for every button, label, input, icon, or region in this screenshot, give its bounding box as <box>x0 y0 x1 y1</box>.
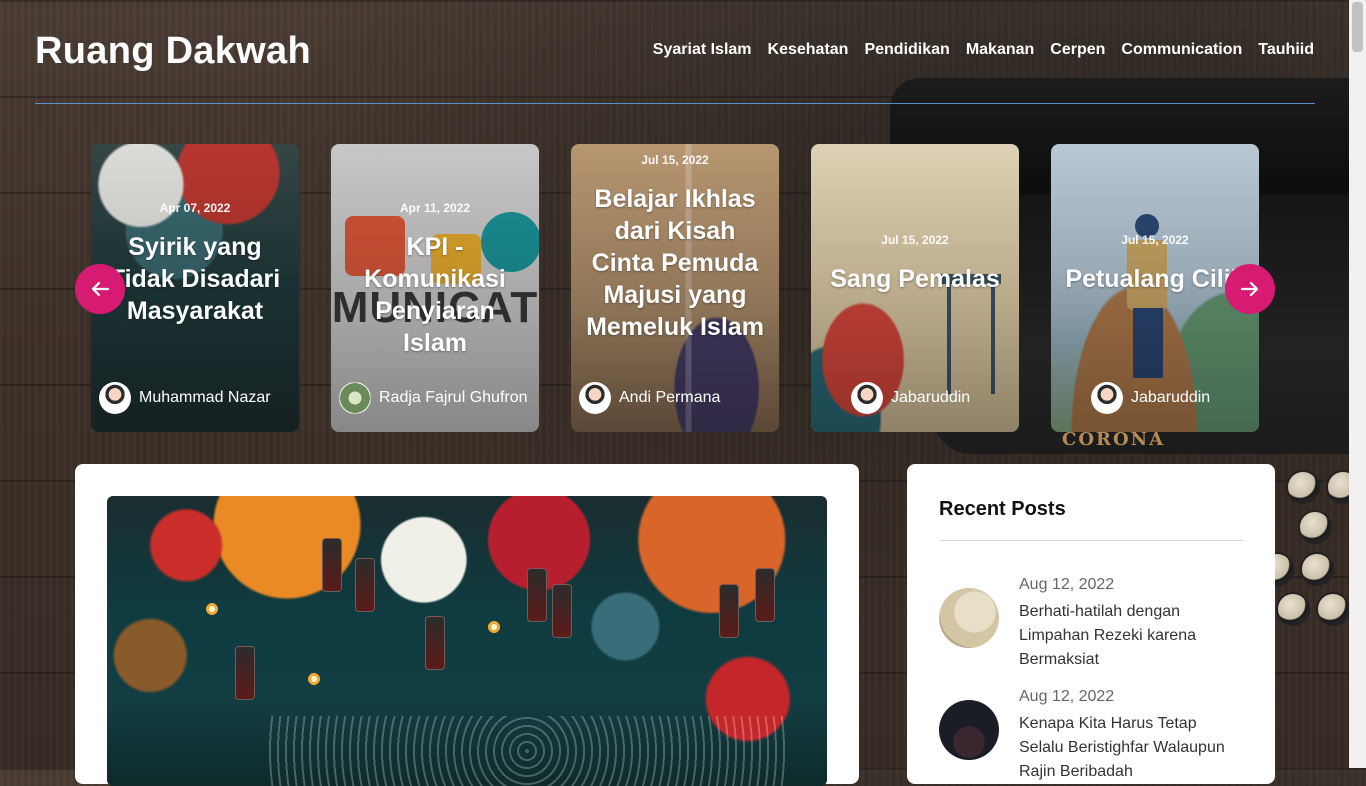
carousel-next-button[interactable] <box>1225 264 1275 314</box>
recent-posts-widget: Recent Posts Aug 12, 2022 Berhati-hatila… <box>907 464 1275 784</box>
carousel-prev-button[interactable] <box>75 264 125 314</box>
author-avatar <box>851 382 883 414</box>
card-author: Jabaruddin <box>851 382 1019 414</box>
nav-item-cerpen[interactable]: Cerpen <box>1050 41 1105 59</box>
nav-item-pendidikan[interactable]: Pendidikan <box>864 41 949 59</box>
author-name[interactable]: Jabaruddin <box>891 389 970 407</box>
site-title[interactable]: Ruang Dakwah <box>35 30 311 73</box>
recent-posts-heading: Recent Posts <box>939 498 1066 520</box>
card-title[interactable]: Petualang Cilik <box>1061 263 1249 295</box>
post-date: Aug 12, 2022 <box>1019 576 1115 593</box>
card-author: Andi Permana <box>579 382 779 414</box>
author-avatar <box>1091 382 1123 414</box>
card-author: Jabaruddin <box>1091 382 1259 414</box>
card-author: Radja Fajrul Ghufron <box>339 382 539 414</box>
card-title[interactable]: Syirik yang Tidak Disadari Masyarakat <box>101 231 289 327</box>
author-avatar <box>579 382 611 414</box>
card-title[interactable]: Belajar Ikhlas dari Kisah Cinta Pemuda M… <box>581 183 769 343</box>
header-divider <box>35 103 1315 104</box>
card-date: Jul 15, 2022 <box>881 233 949 247</box>
card-author: Muhammad Nazar <box>99 382 299 414</box>
author-avatar <box>99 382 131 414</box>
author-name[interactable]: Andi Permana <box>619 389 720 407</box>
card-title[interactable]: KPI - Komunikasi Penyiaran Islam <box>341 231 529 359</box>
post-thumbnail[interactable] <box>939 588 999 648</box>
arrow-left-icon <box>91 281 110 297</box>
post-title[interactable]: Kenapa Kita Harus Tetap Selalu Beristigh… <box>1019 712 1243 784</box>
author-avatar <box>339 382 371 414</box>
card-title[interactable]: Sang Pemalas <box>821 263 1009 295</box>
card-date: Jul 15, 2022 <box>1121 233 1189 247</box>
arrow-right-icon <box>1240 281 1259 297</box>
featured-carousel: Apr 07, 2022 Syirik yang Tidak Disadari … <box>91 144 1259 432</box>
carousel-card[interactable]: Jul 15, 2022 Sang Pemalas Jabaruddin <box>811 144 1019 432</box>
post-thumbnail[interactable] <box>939 700 999 760</box>
card-date: Apr 11, 2022 <box>399 201 471 215</box>
post-title[interactable]: Berhati-hatilah dengan Limpahan Rezeki k… <box>1019 600 1243 672</box>
nav-item-communication[interactable]: Communication <box>1121 41 1242 59</box>
main-nav: Syariat Islam Kesehatan Pendidikan Makan… <box>653 41 1314 59</box>
featured-post-image[interactable] <box>107 496 827 786</box>
divider <box>939 540 1243 541</box>
author-name[interactable]: Jabaruddin <box>1131 389 1210 407</box>
nav-item-tauhiid[interactable]: Tauhiid <box>1258 41 1314 59</box>
page-scrollbar[interactable] <box>1349 0 1366 768</box>
author-name[interactable]: Radja Fajrul Ghufron <box>379 389 528 407</box>
author-name[interactable]: Muhammad Nazar <box>139 389 271 407</box>
post-date: Aug 12, 2022 <box>1019 688 1115 705</box>
card-date: Apr 07, 2022 <box>159 201 231 215</box>
card-date: Jul 15, 2022 <box>641 153 709 167</box>
featured-post-card <box>75 464 859 786</box>
nav-item-makanan[interactable]: Makanan <box>966 41 1034 59</box>
carousel-card[interactable]: MUNICAT Apr 11, 2022 KPI - Komunikasi Pe… <box>331 144 539 432</box>
nav-item-kesehatan[interactable]: Kesehatan <box>768 41 849 59</box>
scrollbar-thumb[interactable] <box>1352 2 1363 52</box>
nav-item-syariat-islam[interactable]: Syariat Islam <box>653 41 752 59</box>
carousel-card[interactable]: Jul 15, 2022 Belajar Ikhlas dari Kisah C… <box>571 144 779 432</box>
